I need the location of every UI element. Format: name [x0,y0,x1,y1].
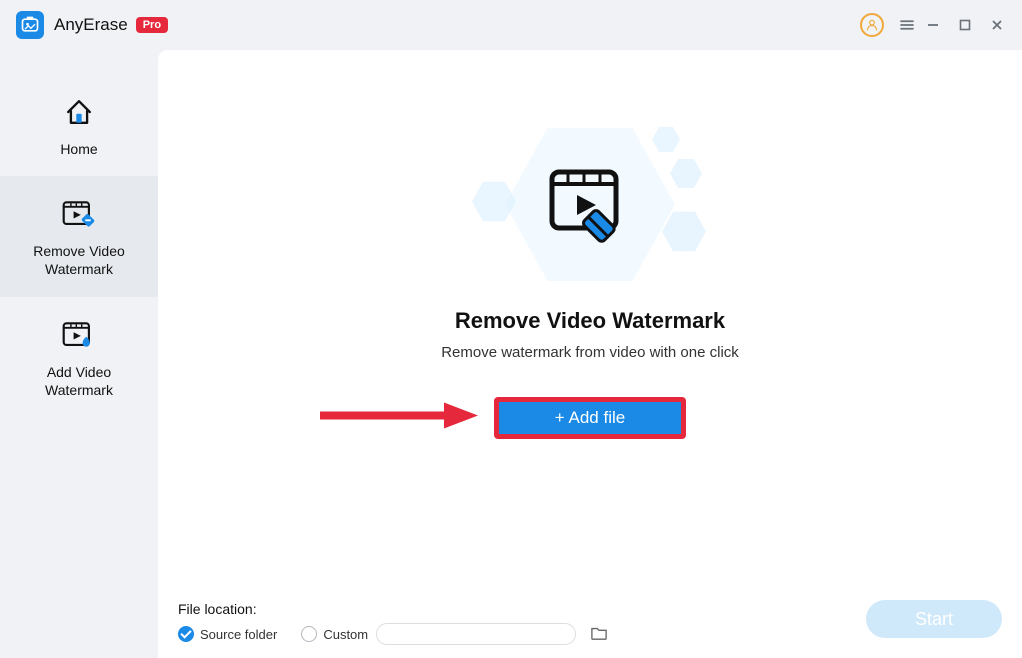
custom-path-input[interactable] [376,623,576,645]
main-panel: Remove Video Watermark Remove watermark … [158,50,1022,658]
sidebar-item-add-video-watermark[interactable]: Add Video Watermark [0,297,158,417]
file-location-label: File location: [178,601,608,617]
sidebar-item-remove-video-watermark[interactable]: Remove Video Watermark [0,176,158,296]
maximize-button[interactable] [956,16,974,34]
sidebar-item-home[interactable]: Home [0,74,158,176]
hero-graphic [470,120,710,300]
sidebar-item-label: Add Video Watermark [45,363,113,399]
add-video-watermark-icon [59,315,99,355]
minimize-button[interactable] [924,16,942,34]
radio-custom[interactable]: Custom [301,623,608,645]
check-icon [178,626,194,642]
bottom-bar: File location: Source folder Custom [158,588,1022,658]
page-title: Remove Video Watermark [455,308,725,334]
home-icon [59,92,99,132]
start-button[interactable]: Start [866,600,1002,638]
sidebar: Home Remove Video Watermark [0,50,158,658]
titlebar: AnyErase Pro [0,0,1022,50]
video-eraser-icon [544,164,636,251]
radio-icon [301,626,317,642]
radio-source-folder[interactable]: Source folder [178,626,277,642]
sidebar-item-label: Remove Video Watermark [33,242,125,278]
remove-video-watermark-icon [59,194,99,234]
app-icon [16,11,44,39]
page-subtitle: Remove watermark from video with one cli… [441,344,739,361]
close-button[interactable] [988,16,1006,34]
folder-icon[interactable] [590,625,608,644]
app-title: AnyErase [54,15,128,35]
account-icon[interactable] [860,13,884,37]
pro-badge: Pro [136,17,168,33]
add-file-button[interactable]: + Add file [494,397,686,439]
sidebar-item-label: Home [60,140,97,158]
annotation-arrow [314,400,479,435]
menu-icon[interactable] [898,16,916,34]
